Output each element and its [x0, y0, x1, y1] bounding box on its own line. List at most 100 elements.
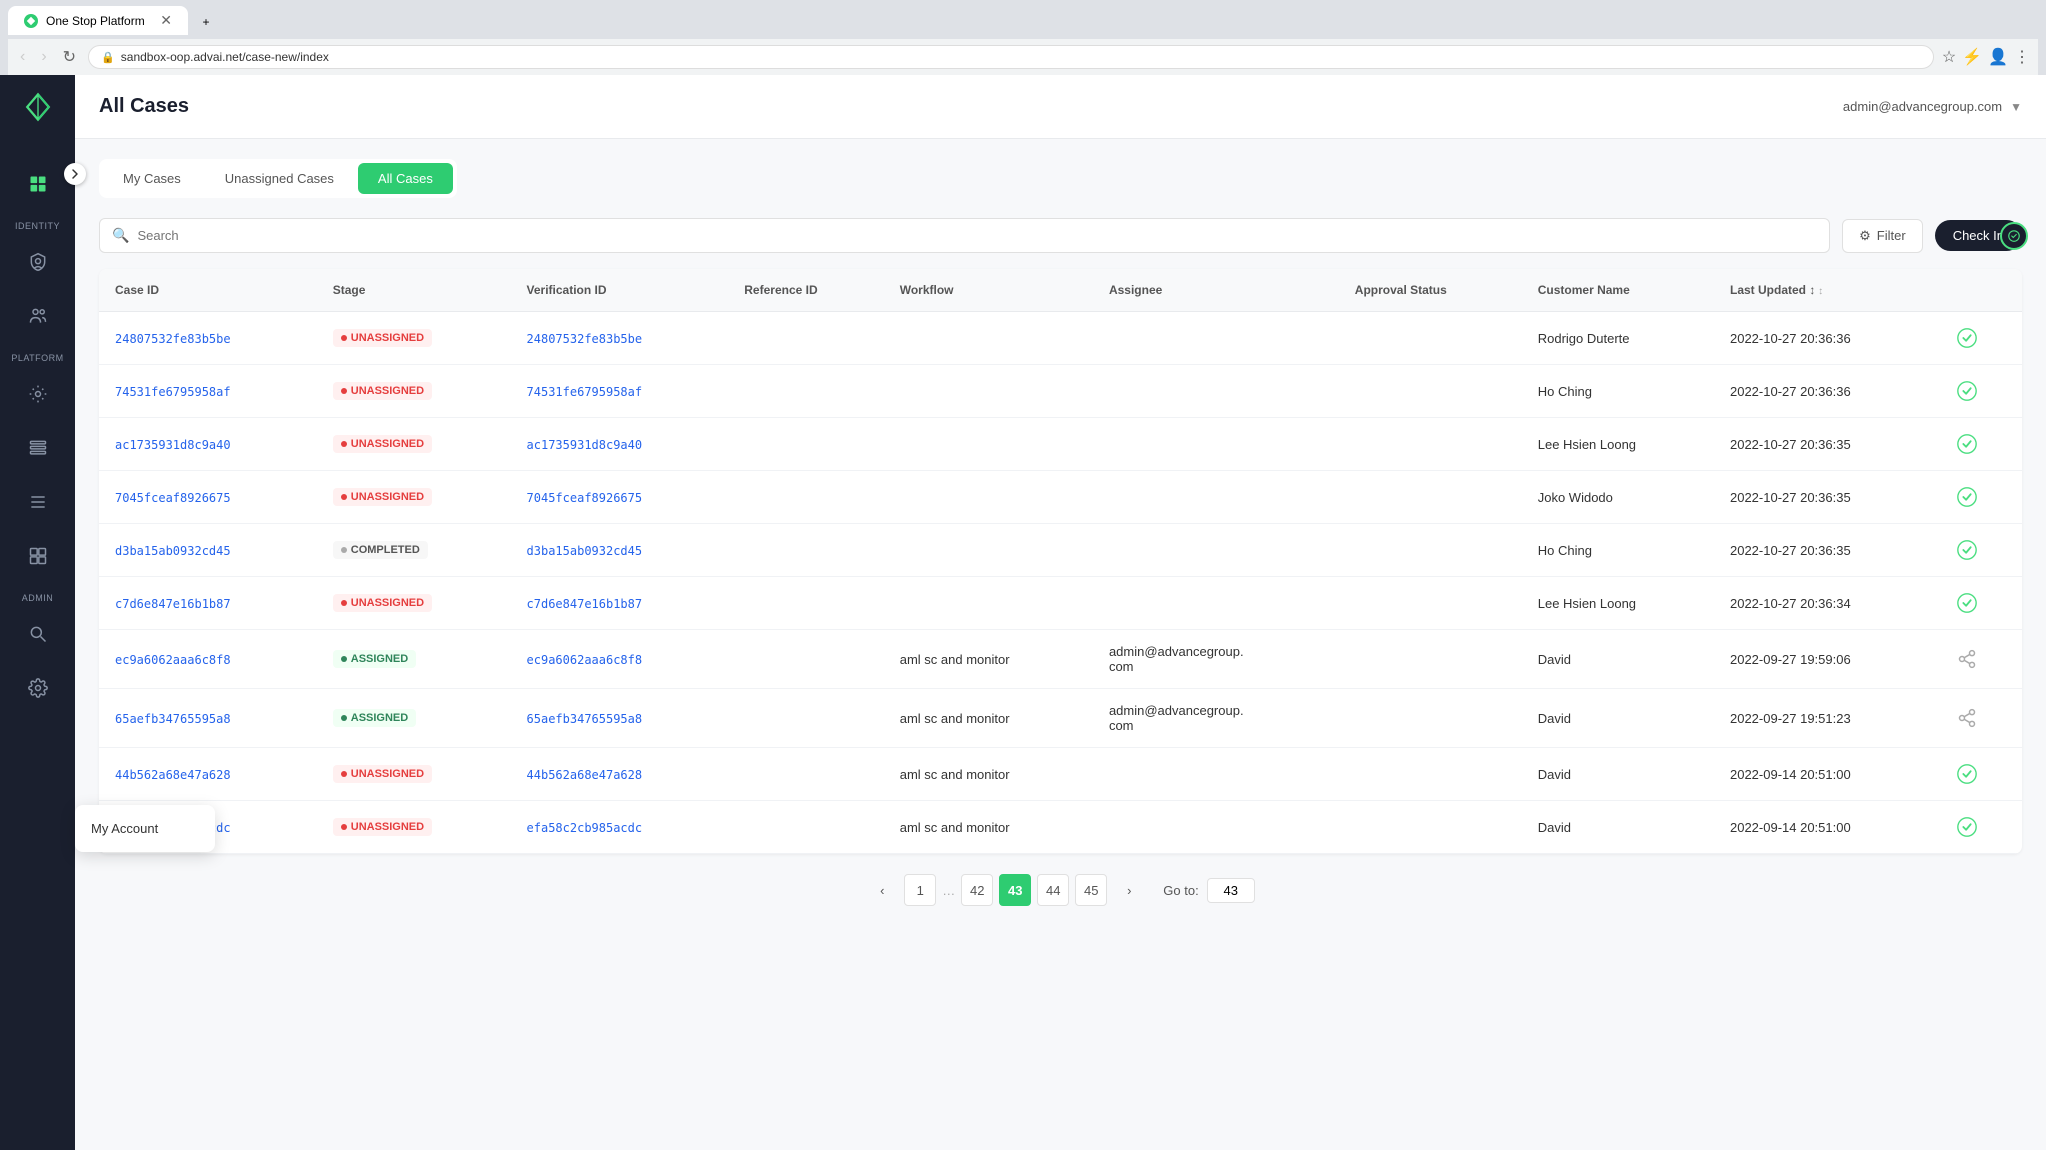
cell-approval-status: [1339, 471, 1522, 524]
search-box[interactable]: 🔍: [99, 218, 1830, 253]
action-check-icon[interactable]: [1955, 379, 1979, 403]
action-check-icon[interactable]: [1955, 485, 1979, 509]
browser-tabs: One Stop Platform ✕ +: [8, 6, 2038, 35]
pagination: ‹ 1 … 42 43 44 45 › Go to:: [99, 874, 2022, 906]
action-check-icon[interactable]: [1955, 432, 1979, 456]
action-check-icon[interactable]: [1955, 538, 1979, 562]
action-share-icon[interactable]: [1955, 647, 1979, 671]
content-area: My Cases Unassigned Cases All Cases 🔍 ⚙ …: [75, 139, 2046, 1150]
cell-stage: ASSIGNED: [317, 689, 511, 748]
cell-assignee: [1093, 312, 1339, 365]
sidebar-item-admin-config[interactable]: [13, 663, 63, 713]
cell-approval-status: [1339, 418, 1522, 471]
page-1-button[interactable]: 1: [904, 874, 936, 906]
goto-input[interactable]: [1207, 878, 1255, 903]
cell-case-id[interactable]: 24807532fe83b5be: [99, 312, 317, 365]
col-customer-name: Customer Name: [1522, 269, 1714, 312]
cell-case-id[interactable]: 74531fe6795958af: [99, 365, 317, 418]
tab-favicon: [24, 14, 38, 28]
table-row: 74531fe6795958af UNASSIGNED 74531fe67959…: [99, 365, 2022, 418]
search-input[interactable]: [137, 228, 1817, 243]
browser-tab-active[interactable]: One Stop Platform ✕: [8, 6, 188, 35]
checkin-button[interactable]: Check In: [1935, 220, 2022, 251]
tab-all-cases[interactable]: All Cases: [358, 163, 453, 194]
profile-icon[interactable]: 👤: [1988, 47, 2008, 67]
sidebar-item-admin-search[interactable]: [13, 609, 63, 659]
tab-my-cases[interactable]: My Cases: [103, 163, 201, 194]
page-42-button[interactable]: 42: [961, 874, 993, 906]
search-icon: 🔍: [112, 227, 129, 244]
cell-case-id[interactable]: 7045fceaf8926675: [99, 471, 317, 524]
action-share-icon[interactable]: [1955, 706, 1979, 730]
cell-last-updated: 2022-10-27 20:36:34: [1714, 577, 1939, 630]
action-check-icon[interactable]: [1955, 591, 1979, 615]
col-reference-id: Reference ID: [728, 269, 883, 312]
address-bar[interactable]: 🔒 sandbox-oop.advai.net/case-new/index: [88, 45, 1934, 69]
bookmark-icon[interactable]: ☆: [1942, 47, 1956, 67]
cell-customer-name: Lee Hsien Loong: [1522, 418, 1714, 471]
case-tabs: My Cases Unassigned Cases All Cases: [99, 159, 457, 198]
new-tab-button[interactable]: +: [190, 9, 222, 35]
sidebar-item-identity-shield[interactable]: [13, 237, 63, 287]
cell-case-id[interactable]: ac1735931d8c9a40: [99, 418, 317, 471]
sidebar-item-platform-menu[interactable]: [13, 477, 63, 527]
cell-case-id[interactable]: ec9a6062aaa6c8f8: [99, 630, 317, 689]
cell-customer-name: Rodrigo Duterte: [1522, 312, 1714, 365]
cell-reference-id: [728, 312, 883, 365]
tab-unassigned-cases[interactable]: Unassigned Cases: [205, 163, 354, 194]
action-check-icon[interactable]: [1955, 762, 1979, 786]
sidebar-toggle-button[interactable]: [64, 163, 86, 185]
col-last-updated[interactable]: Last Updated ↕: [1714, 269, 1939, 312]
table-row: efa58c2cb985acdc UNASSIGNED efa58c2cb985…: [99, 801, 2022, 854]
sidebar: Identity Platform: [0, 75, 75, 1150]
cell-case-id[interactable]: c7d6e847e16b1b87: [99, 577, 317, 630]
cell-assignee: admin@advancegroup.com: [1093, 689, 1339, 748]
cell-case-id[interactable]: 44b562a68e47a628: [99, 748, 317, 801]
cell-reference-id: [728, 471, 883, 524]
popover-my-account[interactable]: My Account: [75, 813, 215, 844]
col-case-id: Case ID: [99, 269, 317, 312]
checkin-circle: [2000, 222, 2028, 250]
cell-workflow: [884, 365, 1093, 418]
prev-page-button[interactable]: ‹: [866, 874, 898, 906]
cell-workflow: aml sc and monitor: [884, 748, 1093, 801]
cell-reference-id: [728, 577, 883, 630]
cases-table-container: Case ID Stage Verification ID Reference …: [99, 269, 2022, 854]
sidebar-item-platform-list[interactable]: [13, 423, 63, 473]
cell-workflow: [884, 577, 1093, 630]
tab-close-button[interactable]: ✕: [160, 12, 172, 29]
cell-case-id[interactable]: d3ba15ab0932cd45: [99, 524, 317, 577]
cell-last-updated: 2022-09-14 20:51:00: [1714, 748, 1939, 801]
user-email: admin@advancegroup.com: [1843, 99, 2002, 114]
back-button[interactable]: ‹: [16, 46, 29, 68]
sidebar-item-identity-users[interactable]: [13, 291, 63, 341]
cell-action: [1939, 312, 2022, 365]
sidebar-item-platform-gear[interactable]: [13, 369, 63, 419]
extensions-icon[interactable]: ⚡: [1962, 47, 1982, 67]
page-43-button[interactable]: 43: [999, 874, 1031, 906]
cell-assignee: [1093, 801, 1339, 854]
menu-icon[interactable]: ⋮: [2014, 47, 2030, 67]
action-check-icon[interactable]: [1955, 815, 1979, 839]
cell-reference-id: [728, 524, 883, 577]
sidebar-item-platform-widgets[interactable]: [13, 531, 63, 581]
forward-button[interactable]: ›: [37, 46, 50, 68]
cell-stage: ASSIGNED: [317, 630, 511, 689]
cell-customer-name: David: [1522, 748, 1714, 801]
cell-assignee: [1093, 524, 1339, 577]
sidebar-item-dashboard[interactable]: [13, 159, 63, 209]
action-check-icon[interactable]: [1955, 326, 1979, 350]
cell-approval-status: [1339, 524, 1522, 577]
page-45-button[interactable]: 45: [1075, 874, 1107, 906]
user-menu[interactable]: admin@advancegroup.com ▼: [1843, 99, 2022, 114]
cell-approval-status: [1339, 630, 1522, 689]
next-page-button[interactable]: ›: [1113, 874, 1145, 906]
page-44-button[interactable]: 44: [1037, 874, 1069, 906]
cell-stage: UNASSIGNED: [317, 312, 511, 365]
cell-verification-id: c7d6e847e16b1b87: [511, 577, 729, 630]
cell-workflow: [884, 471, 1093, 524]
page-header: All Cases admin@advancegroup.com ▼: [75, 75, 2046, 139]
filter-button[interactable]: ⚙ Filter: [1842, 219, 1923, 253]
cell-case-id[interactable]: 65aefb34765595a8: [99, 689, 317, 748]
reload-button[interactable]: ↻: [59, 45, 80, 69]
